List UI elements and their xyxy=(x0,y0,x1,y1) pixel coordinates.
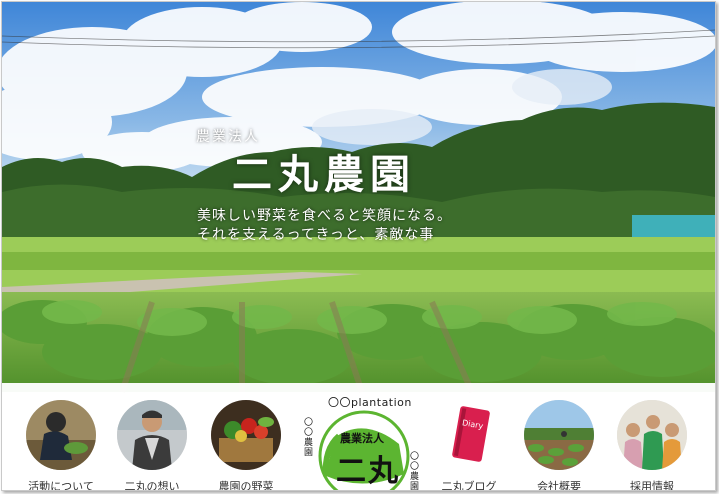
nav-label: 農園の野菜 xyxy=(218,480,274,491)
nav-label: 二丸ブログ xyxy=(441,480,497,491)
nav-item-activities[interactable]: 活動について xyxy=(21,400,101,491)
owner-photo-icon xyxy=(117,400,187,470)
logo-side-right: 〇〇農園 xyxy=(410,452,420,491)
nav-item-vegetables[interactable]: 農園の野菜 xyxy=(206,400,286,491)
nav-item-company[interactable]: 会社概要 xyxy=(519,400,599,491)
nav-item-blog[interactable]: Diary 二丸ブログ xyxy=(429,400,509,491)
logo-arc-text: 〇〇plantation xyxy=(328,396,412,409)
hero-subtitle-line2: それを支えるってきっと、素敵な事 xyxy=(197,227,435,243)
farmer-photo-icon xyxy=(26,400,96,470)
nav-item-philosophy[interactable]: 二丸の想い xyxy=(112,400,192,491)
field-photo-icon xyxy=(524,400,594,470)
nav-label: 会社概要 xyxy=(537,480,581,491)
nav-label: 採用情報 xyxy=(630,480,674,491)
staff-photo-icon xyxy=(617,400,687,470)
logo-inner-main: 二丸 xyxy=(336,454,400,489)
logo-side-left: 〇〇農園 xyxy=(304,418,314,458)
logo-inner-top: 農業法人 xyxy=(340,432,384,445)
nav-label: 二丸の想い xyxy=(124,480,180,491)
nimaru-logo[interactable]: 〇〇plantation 〇〇農園 〇〇農園 農業法人 二丸 xyxy=(304,394,424,491)
nav-label: 活動について xyxy=(28,480,94,491)
hero-subtitle-line1: 美味しい野菜を食べると笑顔になる。 xyxy=(197,208,452,224)
hero-title: 二丸農園 xyxy=(232,151,416,198)
diary-book-icon xyxy=(434,400,504,470)
vegetables-photo-icon xyxy=(211,400,281,470)
page-frame: 農業法人 二丸農園 美味しい野菜を食べると笑顔になる。 それを支えるってきっと、… xyxy=(1,1,716,491)
hero-subtitle: 美味しい野菜を食べると笑顔になる。 それを支えるってきっと、素敵な事 xyxy=(197,207,452,245)
nav-item-recruit[interactable]: 採用情報 xyxy=(612,400,692,491)
